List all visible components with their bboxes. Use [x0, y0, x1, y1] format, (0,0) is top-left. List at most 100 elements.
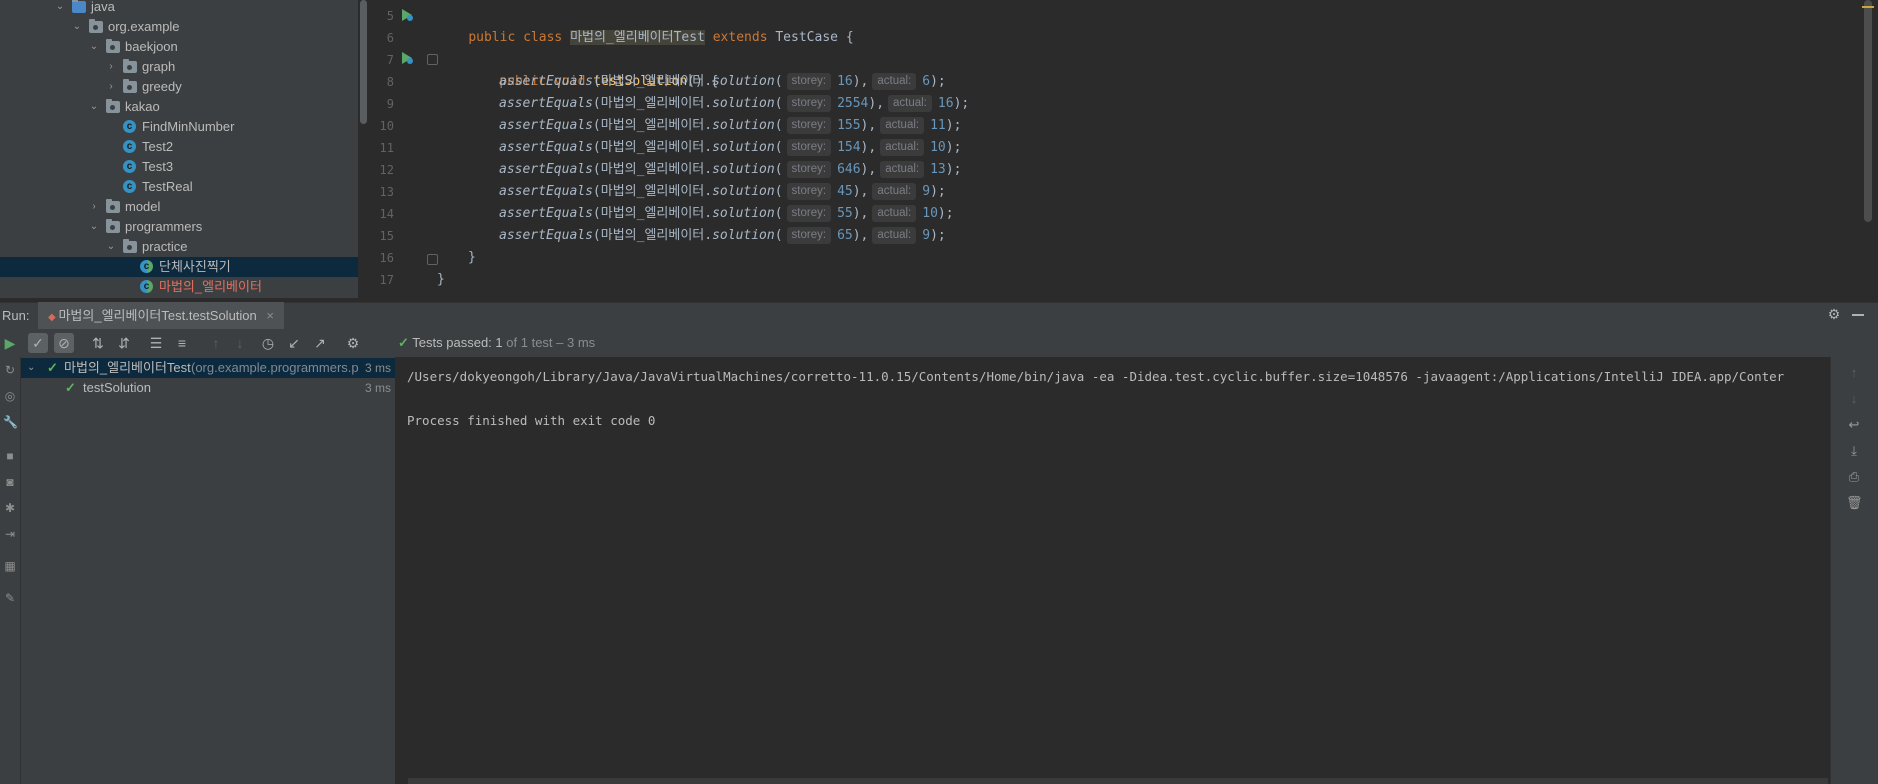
exit-icon[interactable]: ⇥ [3, 527, 17, 541]
tree-item[interactable]: ⌄ kakao [0, 97, 358, 117]
wrench-icon[interactable]: 🔧 [3, 415, 18, 429]
tree-item[interactable]: ⌄ org.example [0, 17, 358, 37]
expected-value: 9 [922, 184, 931, 199]
param-hint: storey: [786, 161, 832, 178]
sort-duration-icon[interactable]: ⇵ [114, 333, 134, 353]
chevron-right-icon[interactable]: › [104, 57, 118, 77]
tree-item[interactable]: ⌄ programmers [0, 217, 358, 237]
history-icon[interactable]: ◷ [258, 333, 278, 353]
tree-item-label: greedy [142, 79, 182, 94]
passed-icon: ✓ [398, 335, 409, 350]
tree-item[interactable]: ⌄ practice [0, 237, 358, 257]
trash-icon[interactable]: 🗑 [1846, 495, 1863, 511]
run-tab[interactable]: ◆ 마법의_엘리베이터Test.testSolution × [38, 302, 284, 329]
expected-value: 9 [922, 228, 931, 243]
code-editor[interactable]: 5 6 7 8 9 10 11 12 13 14 15 16 17 public class 마법의_엘… [368, 0, 1878, 298]
chevron-down-icon[interactable]: ⌄ [87, 217, 101, 237]
settings-icon[interactable]: ⚙ [343, 333, 363, 353]
arg-value: 55 [837, 206, 853, 221]
expected-value: 16 [937, 96, 954, 111]
editor-scrollbar[interactable] [1864, 0, 1872, 222]
minimize-icon[interactable] [1852, 314, 1864, 316]
test-suite-row[interactable]: ⌄ ✓ 마법의_엘리베이터Test (org.example.programme… [21, 358, 395, 378]
pin-icon[interactable]: ✎ [3, 591, 17, 605]
next-failed-icon[interactable]: ↓ [230, 333, 250, 353]
line-number: 17 [379, 273, 394, 287]
chevron-down-icon[interactable]: ⌄ [27, 358, 35, 378]
chevron-down-icon[interactable]: ⌄ [53, 0, 67, 17]
line-number: 5 [386, 9, 394, 23]
code-line-close-method: } [468, 247, 476, 269]
rerun-failed-icon[interactable]: ↻ [3, 363, 17, 377]
tree-item[interactable]: FindMinNumber [0, 117, 358, 137]
target-class: 마법의_엘리베이터 [600, 206, 705, 221]
tree-item[interactable]: TestReal [0, 177, 358, 197]
console-output[interactable]: /Users/dokyeongoh/Library/Java/JavaVirtu… [396, 357, 1830, 784]
project-tree-scrollbar[interactable] [360, 0, 367, 124]
tree-item[interactable]: ⌄ java [0, 0, 358, 17]
class-icon [123, 157, 136, 177]
chevron-down-icon[interactable]: ⌄ [87, 37, 101, 57]
param-hint: storey: [786, 183, 832, 200]
method-call: solution [712, 162, 775, 177]
tree-item[interactable]: › model [0, 197, 358, 217]
assert-call: assertEquals [499, 96, 593, 111]
chevron-down-icon[interactable]: ⌄ [70, 17, 84, 37]
sort-alpha-icon[interactable]: ⇅ [88, 333, 108, 353]
console-line: Process finished with exit code 0 [407, 413, 656, 428]
rerun-icon[interactable]: ▶ [0, 333, 20, 353]
class-icon [140, 257, 153, 277]
scroll-down-icon[interactable]: ↓ [1846, 391, 1862, 407]
package-icon [106, 99, 120, 113]
run-class-icon[interactable] [400, 8, 414, 22]
camera-icon[interactable]: ◙ [3, 475, 17, 489]
close-tab-icon[interactable]: × [266, 308, 274, 323]
tree-item[interactable]: Test2 [0, 137, 358, 157]
collapse-all-icon[interactable]: ≡ [172, 333, 192, 353]
debug-icon[interactable]: ✱ [3, 501, 17, 515]
stop-icon[interactable]: ■ [3, 449, 17, 463]
tree-item[interactable]: › graph [0, 57, 358, 77]
gear-icon[interactable]: ⚙ [1826, 306, 1842, 322]
toggle-auto-test-icon[interactable]: ◎ [3, 389, 17, 403]
param-hint: actual: [888, 95, 932, 112]
soft-wrap-icon[interactable]: ↩ [1846, 417, 1862, 433]
import-tests-icon[interactable]: ↙ [284, 333, 304, 353]
param-hint: actual: [880, 117, 925, 134]
print-icon[interactable]: ⎙ [1846, 469, 1862, 485]
chevron-down-icon[interactable]: ⌄ [87, 97, 101, 117]
test-case-row[interactable]: ✓ testSolution 3 ms [21, 378, 395, 398]
line-number: 9 [386, 97, 394, 111]
run-method-icon[interactable] [400, 51, 414, 65]
prev-failed-icon[interactable]: ↑ [206, 333, 226, 353]
tree-item[interactable]: 마법의_엘리베이터 [0, 277, 358, 297]
layout-icon[interactable]: ▦ [3, 559, 17, 573]
brace: } [468, 250, 476, 265]
tree-item[interactable]: › greedy [0, 77, 358, 97]
show-passed-toggle[interactable]: ✓ [28, 333, 48, 353]
status-passed-count: 1 [495, 335, 503, 350]
passed-icon: ✓ [47, 360, 58, 375]
tree-item[interactable]: ⌄ baekjoon [0, 37, 358, 57]
console-horizontal-scrollbar[interactable] [408, 778, 1828, 784]
expand-all-icon[interactable]: ☰ [146, 333, 166, 353]
chevron-right-icon[interactable]: › [87, 197, 101, 217]
export-tests-icon[interactable]: ↗ [310, 333, 330, 353]
run-label: Run: [2, 308, 30, 323]
line-number: 13 [379, 185, 394, 199]
code-line-assert: assertEquals(마법의_엘리베이터.solution(storey: 1… [499, 73, 946, 90]
tree-item[interactable]: Test3 [0, 157, 358, 177]
tree-item[interactable]: 단체사진찍기 [0, 257, 358, 277]
code-line-assert: assertEquals(마법의_엘리베이터.solution(storey: 6… [499, 227, 946, 244]
passed-icon: ✓ [65, 380, 76, 395]
scroll-to-end-icon[interactable]: ⤓ [1846, 443, 1862, 459]
keyword: class [523, 30, 563, 45]
target-class: 마법의_엘리베이터 [600, 96, 705, 111]
method-call: solution [712, 74, 775, 89]
chevron-right-icon[interactable]: › [104, 77, 118, 97]
chevron-down-icon[interactable]: ⌄ [104, 237, 118, 257]
scroll-up-icon[interactable]: ↑ [1846, 365, 1862, 381]
console-line: /Users/dokyeongoh/Library/Java/JavaVirtu… [407, 369, 1785, 384]
show-ignored-toggle[interactable]: ⊘ [54, 333, 74, 353]
fold-icon[interactable] [427, 254, 438, 265]
